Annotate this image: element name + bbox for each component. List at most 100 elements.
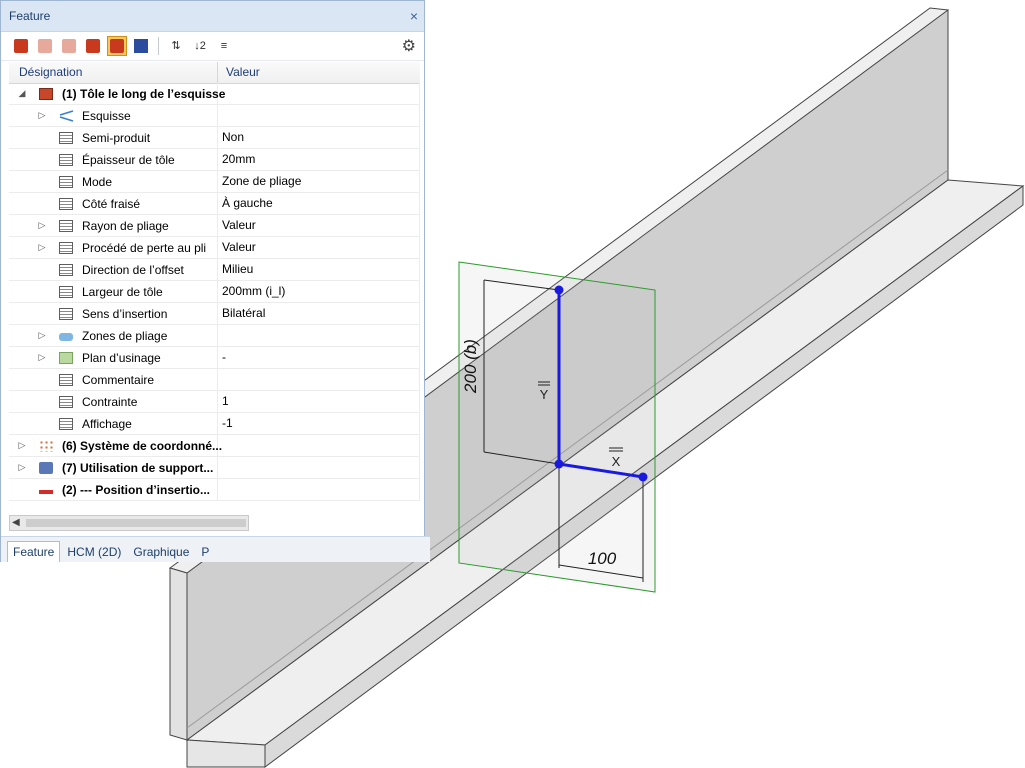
table-header: Désignation Valeur <box>9 62 420 84</box>
value-cell[interactable]: Valeur <box>218 215 420 236</box>
tree-row[interactable]: Semi-produit Non <box>9 127 420 149</box>
tree-row[interactable]: (2) --- Position d’insertio... <box>9 479 420 501</box>
expand-icon[interactable]: ▷ <box>37 110 47 121</box>
value-cell[interactable] <box>218 457 420 478</box>
tree-row[interactable]: ▷ Zones de pliage <box>9 325 420 347</box>
row-label: Rayon de pliage <box>82 218 169 233</box>
value-cell[interactable]: 200mm (i_l) <box>218 281 420 302</box>
sketch-icon <box>59 109 74 122</box>
tree-row[interactable]: ▷ (6) Système de coordonné... <box>9 435 420 457</box>
value-cell[interactable]: 20mm <box>218 149 420 170</box>
tree-row[interactable]: Épaisseur de tôle 20mm <box>9 149 420 171</box>
value-cell[interactable] <box>218 479 420 500</box>
tree-row[interactable]: Affichage -1 <box>9 413 420 435</box>
value-cell[interactable]: Bilatéral <box>218 303 420 324</box>
expand-icon[interactable]: ▷ <box>37 220 47 231</box>
feature-panel: Feature × ⇅ ↓2 ≡ ⚙ Désignation Valeur ◢ (1)… <box>0 0 430 562</box>
designation-cell: Largeur de tôle <box>9 281 218 302</box>
row-label: Semi-produit <box>82 130 151 145</box>
expand-icon[interactable]: ▷ <box>37 330 47 341</box>
tree-row[interactable]: Côté fraisé À gauche <box>9 193 420 215</box>
value-cell[interactable] <box>218 435 420 456</box>
arrow-icon <box>134 39 148 53</box>
value-cell[interactable]: -1 <box>218 413 420 434</box>
support-icon <box>39 461 53 474</box>
expand-icon[interactable]: ▷ <box>37 242 47 253</box>
value-cell[interactable]: 1 <box>218 391 420 412</box>
tab-p[interactable]: P <box>196 542 214 562</box>
pdf-button[interactable] <box>83 36 103 56</box>
tree-row[interactable]: ▷ Plan d’usinage - <box>9 347 420 369</box>
property-icon <box>59 219 73 232</box>
tree-row[interactable]: ▷ Procédé de perte au pli Valeur <box>9 237 420 259</box>
gear-icon[interactable]: ⚙ <box>402 36 416 56</box>
tree-row[interactable]: Largeur de tôle 200mm (i_l) <box>9 281 420 303</box>
designation-cell: (2) --- Position d’insertio... <box>9 479 218 500</box>
designation-cell: Direction de l’offset <box>9 259 218 280</box>
tree-row[interactable]: ▷ Esquisse <box>9 105 420 127</box>
designation-cell: Mode <box>9 171 218 192</box>
sort-icon: ⇅ <box>171 40 181 52</box>
horizontal-scrollbar[interactable]: ◀ <box>9 515 249 531</box>
row-label: Procédé de perte au pli <box>82 240 207 255</box>
sort-button[interactable]: ⇅ <box>166 36 186 56</box>
row-label: (7) Utilisation de support... <box>62 460 214 475</box>
row-label: Côté fraisé <box>82 196 141 211</box>
column-header-designation[interactable]: Désignation <box>9 62 218 83</box>
tab-graphique[interactable]: Graphique <box>128 542 194 562</box>
dimension-vertical-label: 200 (b) <box>461 339 480 394</box>
scroll-left-icon[interactable]: ◀ <box>12 517 20 528</box>
row-label: (6) Système de coordonné... <box>62 438 223 453</box>
collapse-icon[interactable]: ◢ <box>17 88 27 99</box>
tree-row[interactable]: Sens d’insertion Bilatéral <box>9 303 420 325</box>
scrollbar-thumb[interactable] <box>26 519 246 527</box>
row-label: Zones de pliage <box>82 328 168 343</box>
tree-row[interactable]: Direction de l’offset Milieu <box>9 259 420 281</box>
pdf-button[interactable] <box>59 36 79 56</box>
panel-tabs: Feature HCM (2D) Graphique P <box>1 536 430 562</box>
value-cell[interactable] <box>218 83 420 104</box>
row-label: Direction de l’offset <box>82 262 184 277</box>
value-cell[interactable]: Zone de pliage <box>218 171 420 192</box>
value-cell[interactable] <box>218 325 420 346</box>
insert-arrow-icon <box>39 489 53 494</box>
panel-title: Feature <box>9 9 51 23</box>
tree-row[interactable]: Mode Zone de pliage <box>9 171 420 193</box>
expand-icon[interactable]: ▷ <box>17 440 27 451</box>
expand-icon[interactable]: ▷ <box>17 462 27 473</box>
sketch-plane[interactable] <box>458 261 656 593</box>
tree-row[interactable]: ▷ Rayon de pliage Valeur <box>9 215 420 237</box>
pdf-icon <box>110 39 124 53</box>
row-label: Affichage <box>82 416 132 431</box>
pdf-button[interactable] <box>107 36 127 56</box>
value-cell[interactable]: Milieu <box>218 259 420 280</box>
designation-cell: ▷ Procédé de perte au pli <box>9 237 218 258</box>
tab-hcm-2d[interactable]: HCM (2D) <box>62 542 126 562</box>
value-cell[interactable]: - <box>218 347 420 368</box>
tree-row[interactable]: Contrainte 1 <box>9 391 420 413</box>
sort-button[interactable]: ≡ <box>214 36 234 56</box>
pdf-icon <box>38 39 52 53</box>
value-cell[interactable]: À gauche <box>218 193 420 214</box>
value-cell[interactable]: Valeur <box>218 237 420 258</box>
arrow-button[interactable] <box>131 36 151 56</box>
designation-cell: ▷ (7) Utilisation de support... <box>9 457 218 478</box>
pdf-button[interactable] <box>35 36 55 56</box>
pdf-icon <box>86 39 100 53</box>
close-icon[interactable]: × <box>410 8 418 24</box>
axis-y-label: Y <box>540 387 549 402</box>
pdf-icon <box>62 39 76 53</box>
property-icon <box>59 153 73 166</box>
sort-button[interactable]: ↓2 <box>190 36 210 56</box>
tree-row[interactable]: ▷ (7) Utilisation de support... <box>9 457 420 479</box>
tree-row[interactable]: ◢ (1) Tôle le long de l’esquisse <box>9 83 420 105</box>
tree-row[interactable]: Commentaire <box>9 369 420 391</box>
expand-icon[interactable]: ▷ <box>37 352 47 363</box>
row-label: Commentaire <box>82 372 155 387</box>
value-cell[interactable]: Non <box>218 127 420 148</box>
tab-feature[interactable]: Feature <box>7 541 61 562</box>
column-header-valeur[interactable]: Valeur <box>218 62 420 83</box>
pdf-button[interactable] <box>11 36 31 56</box>
value-cell[interactable] <box>218 369 420 390</box>
value-cell[interactable] <box>218 105 420 126</box>
